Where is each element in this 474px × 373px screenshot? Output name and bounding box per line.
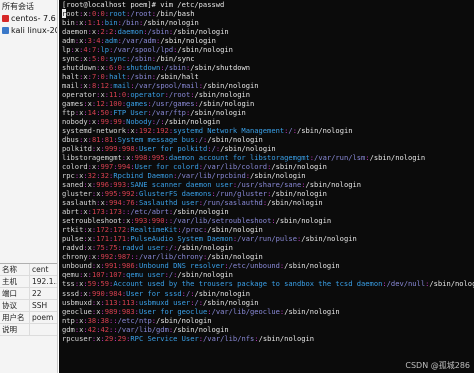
passwd-line: ftp:x:14:50:FTP User:/var/ftp:/sbin/nolo… — [62, 108, 246, 118]
passwd-file-content: root:x:0:0:root:/root:/bin/bash bin:x:1:1… — [59, 9, 474, 343]
property-key: 名称 — [0, 264, 30, 275]
passwd-line: usbmuxd:x:113:113:usbmuxd user:/:/sbin/n… — [62, 297, 259, 307]
property-row-username: 用户名 poem — [0, 312, 57, 324]
passwd-line: systemd-network:x:192:192:systemd Networ… — [62, 126, 353, 136]
property-row-protocol: 协议 SSH — [0, 300, 57, 312]
session-sidebar: 所有会话 centos- 7.6 kali linux-2022 名称 cent… — [0, 0, 58, 373]
passwd-line: unbound:x:991:986:Unbound DNS resolver:/… — [62, 261, 340, 271]
passwd-line: halt:x:7:0:halt:/sbin:/sbin/halt — [62, 72, 199, 82]
property-value: SSH — [32, 301, 48, 310]
passwd-line: rtkit:x:172:172:RealtimeKit:/proc:/sbin/… — [62, 225, 263, 235]
passwd-line: tss:x:59:59:Account used by the trousers… — [62, 279, 474, 289]
passwd-line: lp:x:4:7:lp:/var/spool/lpd:/sbin/nologin — [62, 45, 233, 55]
passwd-line: root:x:0:0:root:/root:/bin/bash — [62, 9, 195, 19]
property-key: 端口 — [0, 288, 30, 299]
session-label: centos- 7.6 — [11, 14, 56, 23]
kali-icon — [2, 27, 9, 34]
watermark: CSDN @孤城286 — [405, 361, 470, 370]
passwd-line: colord:x:997:994:User for colord:/var/li… — [62, 162, 327, 172]
property-key: 说明 — [0, 324, 30, 335]
passwd-line: games:x:12:100:games:/usr/games:/sbin/no… — [62, 99, 255, 109]
property-row-port: 端口 22 — [0, 288, 57, 300]
passwd-line: rpc:x:32:32:Rpcbind Daemon:/var/lib/rpcb… — [62, 171, 306, 181]
property-key: 协议 — [0, 300, 30, 311]
passwd-line: dbus:x:81:81:System message bus:/:/sbin/… — [62, 135, 263, 145]
passwd-line: shutdown:x:6:0:shutdown:/sbin:/sbin/shut… — [62, 63, 251, 73]
session-label: kali linux-2022 — [11, 26, 57, 35]
passwd-line: pulse:x:171:171:PulseAudio System Daemon… — [62, 234, 357, 244]
passwd-line: operator:x:11:0:operator:/root:/sbin/nol… — [62, 90, 251, 100]
passwd-line: libstoragemgmt:x:998:995:daemon account … — [62, 153, 426, 163]
session-properties-table: 名称 cent 主机 192.1… 端口 22 协议 SSH 用户名 poem … — [0, 263, 57, 336]
passwd-line: sssd:x:990:984:User for sssd:/:/sbin/nol… — [62, 288, 251, 298]
passwd-line: mail:x:8:12:mail:/var/spool/mail:/sbin/n… — [62, 81, 259, 91]
passwd-line: nobody:x:99:99:Nobody:/:/sbin/nologin — [62, 117, 221, 127]
property-value: 192.1… — [32, 277, 57, 286]
passwd-line: sync:x:5:0:sync:/sbin:/bin/sync — [62, 54, 195, 64]
property-value: poem — [32, 313, 54, 322]
passwd-line: geoclue:x:989:983:User for geoclue:/var/… — [62, 306, 340, 316]
passwd-line: gdm:x:42:42::/var/lib/gdm:/sbin/nologin — [62, 324, 229, 334]
passwd-line: ntp:x:38:38::/etc/ntp:/sbin/nologin — [62, 315, 212, 325]
passwd-line: bin:x:1:1:bin:/bin:/sbin/nologin — [62, 18, 199, 28]
property-value: cent — [32, 265, 49, 274]
property-value: 22 — [32, 289, 42, 298]
session-item-kali[interactable]: kali linux-2022 — [2, 25, 57, 36]
terminal-pane[interactable]: [root@localhost poem]# vim /etc/passwd r… — [59, 0, 474, 373]
passwd-line: abrt:x:173:173::/etc/abrt:/sbin/nologin — [62, 207, 229, 217]
property-value — [30, 324, 57, 335]
shell-prompt: [root@localhost poem]# vim /etc/passwd — [62, 0, 225, 9]
passwd-line: gluster:x:995:992:GlusterFS daemons:/run… — [62, 189, 327, 199]
passwd-line: radvd:x:75:75:radvd user:/:/sbin/nologin — [62, 243, 233, 253]
centos-icon — [2, 15, 9, 22]
passwd-line: qemu:x:107:107:qemu user:/:/sbin/nologin — [62, 270, 233, 280]
passwd-line: polkitd:x:999:998:User for polkitd:/:/sb… — [62, 144, 276, 154]
passwd-line: chrony:x:992:987::/var/lib/chrony:/sbin/… — [62, 252, 263, 262]
property-key: 用户名 — [0, 312, 30, 323]
passwd-line: rpcuser:x:29:29:RPC Service User:/var/li… — [62, 333, 315, 343]
property-row-host: 主机 192.1… — [0, 276, 57, 288]
passwd-line: adm:x:3:4:adm:/var/adm:/sbin/nologin — [62, 36, 216, 46]
passwd-line: setroubleshoot:x:993:990::/var/lib/setro… — [62, 216, 332, 226]
session-item-centos[interactable]: centos- 7.6 — [2, 13, 56, 24]
passwd-line: daemon:x:2:2:daemon:/sbin:/sbin/nologin — [62, 27, 229, 37]
property-key: 主机 — [0, 276, 30, 287]
all-sessions-header: 所有会话 — [2, 2, 34, 11]
passwd-line: saned:x:996:993:SANE scanner daemon user… — [62, 180, 362, 190]
property-row-name: 名称 cent — [0, 264, 57, 276]
property-row-description: 说明 — [0, 324, 57, 336]
passwd-line: saslauth:x:994:76:Saslauthd user:/run/sa… — [62, 198, 323, 208]
